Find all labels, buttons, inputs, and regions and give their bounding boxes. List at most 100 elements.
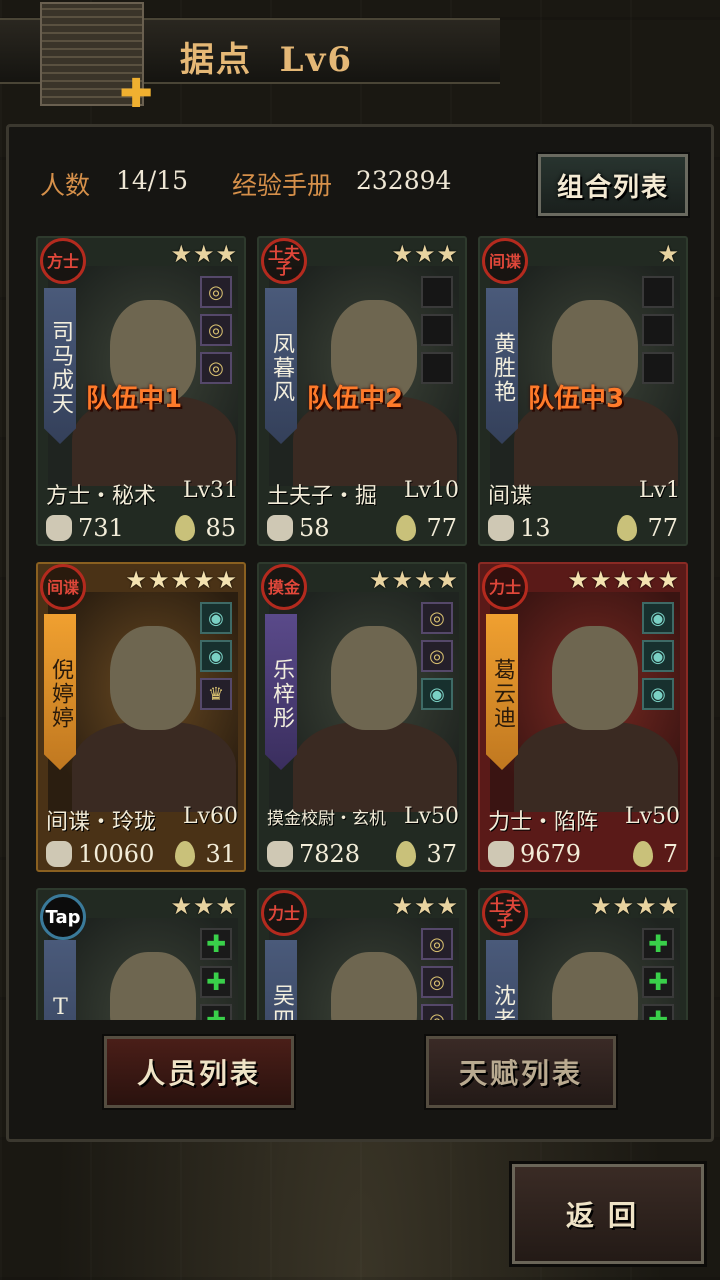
equipment-slot-icon[interactable]: ◎ xyxy=(421,1004,453,1020)
stamina-group: 77 xyxy=(617,514,678,542)
equipment-slot-icon[interactable]: ♛ xyxy=(200,678,232,710)
power-value: 731 xyxy=(78,514,124,542)
character-card[interactable]: 土夫子 ★★★ 凤暮风 队伍中2 土夫子・掘 Lv10 58 77 xyxy=(257,236,467,546)
character-card[interactable]: 间谍 ★★★★★ 倪婷婷 ◉ ◉ ♛ 间谍・玲珑 Lv60 10060 31 xyxy=(36,562,246,872)
level-text: Lv1 xyxy=(638,478,680,503)
empty-equipment-slot[interactable] xyxy=(642,314,674,346)
empty-equipment-slot[interactable] xyxy=(421,276,453,308)
character-card[interactable]: 力士 ★★★ 吴四昊 ◎ ◎ ◎ xyxy=(257,888,467,1020)
back-button[interactable]: 返回 xyxy=(509,1161,707,1267)
empty-equipment-slot[interactable] xyxy=(421,352,453,384)
upgrade-plus-icon[interactable]: ✚ xyxy=(118,74,154,114)
stamina-value: 77 xyxy=(647,514,678,542)
power-value: 7828 xyxy=(299,840,361,868)
add-equipment-icon[interactable]: ✚ xyxy=(642,928,674,960)
tab-personnel-list[interactable]: 人员列表 xyxy=(102,1034,296,1110)
drop-icon xyxy=(175,515,196,541)
character-name: 葛云迪 xyxy=(486,614,518,770)
stamina-value: 37 xyxy=(426,840,457,868)
role-level-line: 方士・秘术 Lv31 xyxy=(46,478,238,510)
equipment-slot-icon[interactable]: ◎ xyxy=(200,276,232,308)
add-equipment-icon[interactable]: ✚ xyxy=(642,1004,674,1020)
stats-row: 58 77 xyxy=(267,512,457,544)
equipment-slot-icon[interactable]: ◉ xyxy=(642,640,674,672)
fist-icon xyxy=(488,515,514,541)
empty-equipment-slot[interactable] xyxy=(421,314,453,346)
power-value: 58 xyxy=(299,514,330,542)
character-name: T酱 xyxy=(44,940,76,1020)
portrait-body xyxy=(72,722,236,812)
power-value: 9679 xyxy=(520,840,582,868)
class-badge: 力士 xyxy=(261,890,307,936)
fist-icon xyxy=(267,515,293,541)
stamina-value: 7 xyxy=(662,840,678,868)
star-rating: ★★★ xyxy=(170,240,238,268)
level-text: Lv60 xyxy=(182,804,238,829)
in-team-label: 队伍中1 xyxy=(86,384,183,414)
character-card[interactable]: 间谍 ★ 黄胜艳 队伍中3 间谍 Lv1 13 77 xyxy=(478,236,688,546)
star-rating: ★★★★★ xyxy=(567,566,680,594)
character-card[interactable]: 土夫子 ★★★★ 沈老二 ✚ ✚ ✚ xyxy=(478,888,688,1020)
star-rating: ★★★ xyxy=(170,892,238,920)
equipment-slot-icon[interactable]: ◉ xyxy=(642,678,674,710)
add-equipment-icon[interactable]: ✚ xyxy=(642,966,674,998)
stamina-value: 31 xyxy=(205,840,236,868)
stamina-value: 85 xyxy=(205,514,236,542)
tab-talent-list[interactable]: 天赋列表 xyxy=(424,1034,618,1110)
portrait-head xyxy=(331,952,417,1020)
character-card[interactable]: 力士 ★★★★★ 葛云迪 ◉ ◉ ◉ 力士・陷阵 Lv50 9679 7 xyxy=(478,562,688,872)
stamina-group: 85 xyxy=(175,514,236,542)
stats-row: 9679 7 xyxy=(488,838,678,870)
character-card[interactable]: 方士 ★★★ 司马成天 ◎ ◎ ◎ 队伍中1 方士・秘术 Lv31 731 85 xyxy=(36,236,246,546)
fist-icon xyxy=(46,515,72,541)
equipment-slot-icon[interactable]: ◉ xyxy=(642,602,674,634)
class-badge: 间谍 xyxy=(40,564,86,610)
role-text: 土夫子・掘 xyxy=(267,484,378,509)
equipment-slot-icon[interactable]: ◎ xyxy=(421,640,453,672)
portrait-head xyxy=(552,626,638,730)
level-text: Lv31 xyxy=(182,478,238,503)
portrait-head xyxy=(110,626,196,730)
equipment-slot-icon[interactable]: ◉ xyxy=(200,640,232,672)
level-text: Lv10 xyxy=(403,478,459,503)
role-level-line: 间谍・玲珑 Lv60 xyxy=(46,804,238,836)
star-rating: ★★★★ xyxy=(589,892,680,920)
role-text: 间谍・玲珑 xyxy=(46,810,157,835)
add-equipment-icon[interactable]: ✚ xyxy=(200,1004,232,1020)
headcount-value: 14/15 xyxy=(116,166,189,195)
character-name: 乐梓彤 xyxy=(265,614,297,770)
character-card[interactable]: Tap ★★★ T酱 ✚ ✚ ✚ xyxy=(36,888,246,1020)
equipment-slot-icon[interactable]: ◎ xyxy=(421,602,453,634)
power-group: 10060 xyxy=(46,840,154,868)
character-card[interactable]: 摸金 ★★★★ 乐梓彤 ◎ ◎ ◉ 摸金校尉・玄机 Lv50 7828 37 xyxy=(257,562,467,872)
equipment-slot-icon[interactable]: ◎ xyxy=(421,928,453,960)
equipment-slot-icon[interactable]: ◉ xyxy=(421,678,453,710)
fist-icon xyxy=(488,841,514,867)
star-rating: ★★★ xyxy=(391,892,459,920)
portrait-head xyxy=(331,626,417,730)
role-text: 方士・秘术 xyxy=(46,484,157,509)
add-equipment-icon[interactable]: ✚ xyxy=(200,966,232,998)
role-level-line: 土夫子・掘 Lv10 xyxy=(267,478,459,510)
equipment-slot-icon[interactable]: ◎ xyxy=(200,314,232,346)
empty-equipment-slot[interactable] xyxy=(642,276,674,308)
add-equipment-icon[interactable]: ✚ xyxy=(200,928,232,960)
star-rating: ★★★★★ xyxy=(125,566,238,594)
exp-manual-label: 经验手册 xyxy=(232,171,333,200)
empty-equipment-slot[interactable] xyxy=(642,352,674,384)
equipment-slot-icon[interactable]: ◎ xyxy=(200,352,232,384)
class-badge: 方士 xyxy=(40,238,86,284)
equipment-slot-icon[interactable]: ◉ xyxy=(200,602,232,634)
class-badge: 土夫子 xyxy=(482,890,528,936)
power-value: 13 xyxy=(520,514,551,542)
power-group: 13 xyxy=(488,514,551,542)
power-group: 58 xyxy=(267,514,330,542)
character-name: 吴四昊 xyxy=(265,940,297,1020)
portrait-body xyxy=(514,722,678,812)
equipment-slot-icon[interactable]: ◎ xyxy=(421,966,453,998)
stamina-group: 77 xyxy=(396,514,457,542)
character-name: 凤暮风 xyxy=(265,288,297,444)
role-text: 间谍 xyxy=(488,484,533,509)
combo-list-button[interactable]: 组合列表 xyxy=(536,152,690,218)
drop-icon xyxy=(396,841,417,867)
